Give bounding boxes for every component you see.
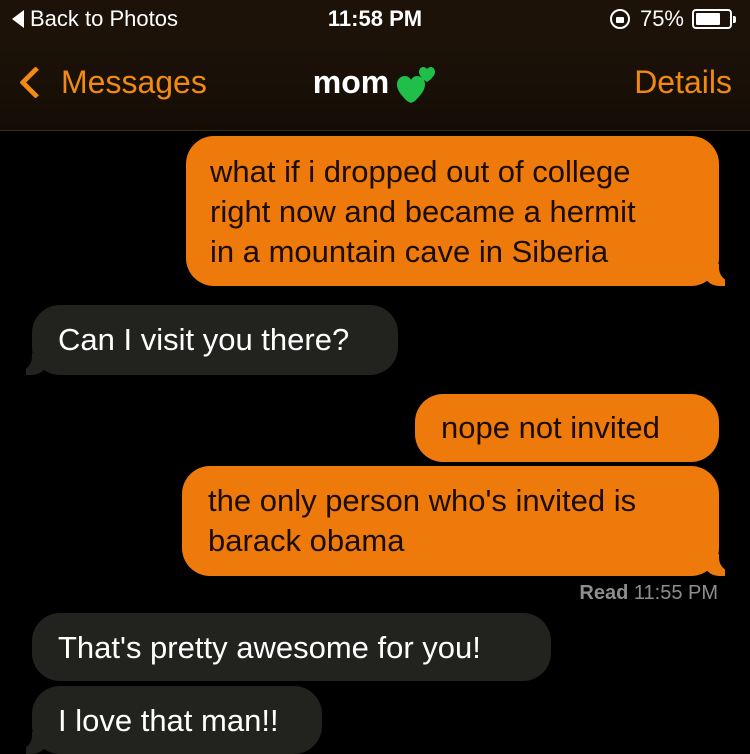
message-line: right now and became a hermit	[210, 194, 636, 229]
orientation-lock-icon	[609, 9, 630, 29]
message-line: barack obama	[208, 523, 405, 558]
message-bubble-received[interactable]: Can I visit you there?	[16, 305, 398, 375]
message-line: That's pretty awesome for you!	[58, 630, 481, 665]
details-button[interactable]: Details	[634, 64, 732, 101]
contact-name: mom	[312, 64, 390, 100]
message-bubble-sent[interactable]: the only person who's invited is barack …	[182, 466, 735, 576]
message-line: Can I visit you there?	[58, 322, 350, 357]
message-bubble-sent[interactable]: what if i dropped out of college right n…	[186, 136, 735, 286]
battery-fill	[696, 13, 720, 25]
bubble-tail	[703, 548, 735, 576]
bubble-tail	[16, 726, 48, 754]
message-line: the only person who's invited is	[208, 483, 637, 518]
bubble-tail	[16, 347, 48, 375]
message-bubble-sent[interactable]: nope not invited	[415, 394, 719, 462]
message-line: what if i dropped out of college	[210, 154, 631, 189]
message-bubble-received[interactable]: I love that man!!	[16, 686, 322, 754]
message-line: I love that man!!	[58, 703, 279, 738]
message-bubble-received[interactable]: That's pretty awesome for you!	[32, 613, 551, 681]
green-heart-icon	[397, 66, 437, 103]
status-bar: Back to Photos 11:58 PM 75%	[0, 0, 750, 40]
navigation-bar: Messages mom Details	[0, 40, 750, 131]
battery-tip	[733, 16, 736, 23]
read-receipt: Read 11:55 PM	[579, 582, 718, 605]
messages-screen: Back to Photos 11:58 PM 75% Messages mom	[0, 0, 750, 754]
read-label: Read	[579, 582, 629, 604]
battery-percent: 75%	[639, 6, 684, 31]
green-hearts-svg	[397, 66, 436, 103]
read-time: 11:55 PM	[633, 582, 718, 604]
bubble-tail	[703, 258, 735, 286]
message-line: in a mountain cave in Siberia	[210, 234, 609, 269]
message-line: nope not invited	[441, 410, 660, 445]
status-indicators: 75%	[609, 6, 736, 32]
battery-icon	[692, 9, 736, 29]
